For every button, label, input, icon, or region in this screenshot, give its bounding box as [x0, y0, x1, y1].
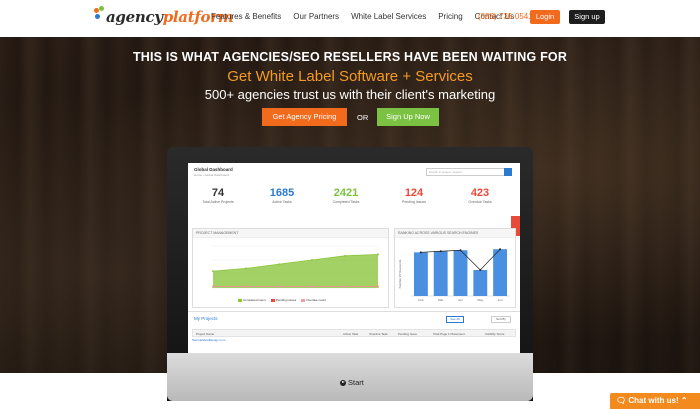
projects-table-header: Project Name Active Task Overdue Task Pe…	[192, 329, 516, 337]
tick-label: Mar	[438, 298, 443, 302]
start-label: Start	[348, 378, 364, 387]
data-point	[278, 285, 280, 288]
bar	[413, 252, 428, 296]
column-header: Project Name	[196, 332, 215, 336]
stat-active-projects: 74 Total Active Projects	[188, 187, 248, 204]
dashboard-title: Global Dashboard	[194, 167, 233, 172]
data-point	[377, 253, 379, 256]
project-management-chart	[212, 245, 379, 289]
hero-tagline: 500+ agencies trust us with their client…	[204, 87, 496, 102]
stat-value: 1685	[269, 187, 295, 199]
nav-link-features[interactable]: Features & Benefits	[211, 12, 281, 21]
top-nav: agencyplatform Features & Benefits Our P…	[0, 0, 700, 37]
data-point	[311, 285, 313, 288]
or-separator: OR	[357, 113, 369, 122]
bar	[493, 249, 508, 296]
stat-active-tasks: 1685 Active Tasks	[252, 187, 312, 204]
column-header: Visibility Score	[485, 332, 505, 336]
column-header: Overdue Task	[369, 332, 388, 336]
sort-by-dropdown[interactable]: Sort By	[491, 316, 511, 323]
data-point	[245, 267, 247, 270]
bar	[473, 270, 488, 296]
tick-label: Jun	[498, 298, 503, 302]
bar	[453, 250, 468, 296]
column-header: Active Task	[343, 332, 359, 336]
ranking-chart: Number Of Keywords Feb Mar Apr May Jun	[398, 248, 510, 302]
sign-up-now-button[interactable]: Sign Up Now	[377, 108, 439, 126]
stat-label: Pending Issues	[402, 200, 426, 204]
stat-value: 124	[404, 187, 424, 199]
my-projects-section: My Projects See All Sort By Project Name…	[188, 311, 520, 353]
series-area-0	[213, 254, 378, 288]
data-point	[344, 254, 346, 257]
pm-legend: Completed count Pending Issues Overdue c…	[238, 298, 326, 302]
hero-subheadline: Get White Label Software + Services	[227, 68, 473, 85]
breadcrumb: Home › Global Dashboard	[194, 173, 229, 177]
legend-item: Completed count	[238, 298, 266, 302]
data-point	[212, 285, 214, 288]
nav-link-white-label[interactable]: White Label Services	[351, 12, 426, 21]
panel-title: PROJECT MANAGEMENT	[193, 229, 388, 238]
tick-label: Feb	[418, 298, 424, 302]
stat-overdue-tasks: 423 Overdue Tasks	[450, 187, 510, 204]
stat-label: Overdue Tasks	[468, 200, 492, 204]
stat-value: 2421	[333, 187, 359, 199]
tick-label: Apr	[458, 298, 463, 302]
column-header: Pending Issue	[398, 332, 418, 336]
chat-icon: 🗨	[616, 396, 627, 405]
stat-label: Completed Tasks	[332, 200, 360, 204]
legend-item: Overdue count	[301, 298, 326, 302]
trend-point	[439, 250, 442, 253]
signup-button[interactable]: Sign up	[569, 10, 605, 24]
dashboard-search-input[interactable]: search in project, feature	[426, 168, 508, 176]
start-button[interactable]: Start	[340, 378, 364, 387]
legend-item: Pending Issues	[270, 298, 296, 302]
login-button[interactable]: Login	[530, 10, 560, 24]
data-point	[311, 259, 313, 261]
stat-completed-tasks: 2421 Completed Tasks	[316, 187, 376, 204]
table-row[interactable]: SampleMetalDesign.com	[192, 338, 516, 342]
hero-headline: THIS IS WHAT AGENCIES/SEO RESELLERS HAVE…	[132, 50, 568, 64]
monitor-bezel	[167, 353, 533, 401]
stat-label: Active Tasks	[272, 200, 292, 204]
dashboard-screen: Global Dashboard Home › Global Dashboard…	[188, 163, 520, 353]
data-point	[212, 270, 214, 273]
data-point	[278, 263, 280, 266]
data-point	[245, 285, 247, 288]
project-name-link[interactable]: SampleMetalDesign.com	[192, 338, 225, 342]
ranking-panel: RANKING ACROSS VARIOUS SEARCH ENGINES Nu…	[394, 228, 516, 308]
stat-value: 423	[470, 187, 490, 199]
panel-title: RANKING ACROSS VARIOUS SEARCH ENGINES	[395, 229, 515, 238]
trend-point	[479, 269, 482, 271]
y-axis-label: Number Of Keywords	[398, 259, 402, 288]
stat-pending-issues: 124 Pending Issues	[384, 187, 444, 204]
trend-point	[459, 249, 462, 252]
my-projects-title: My Projects	[194, 316, 218, 321]
data-point	[344, 285, 346, 288]
nav-link-pricing[interactable]: Pricing	[438, 12, 462, 21]
search-icon[interactable]	[504, 168, 512, 176]
chevron-up-icon: ⌃	[680, 396, 688, 405]
see-all-button[interactable]: See All	[446, 316, 464, 323]
tick-label: May	[477, 298, 483, 302]
stat-value: 74	[211, 187, 225, 199]
chat-label: Chat with us!	[628, 396, 679, 405]
column-header: Total Page 1 Placement	[433, 332, 465, 336]
phone-number[interactable]: (888) 736-0541	[478, 12, 533, 21]
stat-label: Total Active Projects	[202, 200, 234, 204]
trend-point	[499, 248, 502, 251]
get-agency-pricing-button[interactable]: Get Agency Pricing	[262, 108, 347, 126]
data-point	[377, 285, 379, 288]
nav-link-partners[interactable]: Our Partners	[293, 12, 339, 21]
chat-widget[interactable]: 🗨 Chat with us! ⌃	[610, 393, 700, 409]
project-management-panel: PROJECT MANAGEMENT Completed count Pendi…	[192, 228, 389, 308]
trend-point	[419, 251, 422, 254]
play-icon	[340, 379, 346, 386]
bar	[433, 251, 448, 296]
logo-mark-icon	[92, 6, 106, 28]
